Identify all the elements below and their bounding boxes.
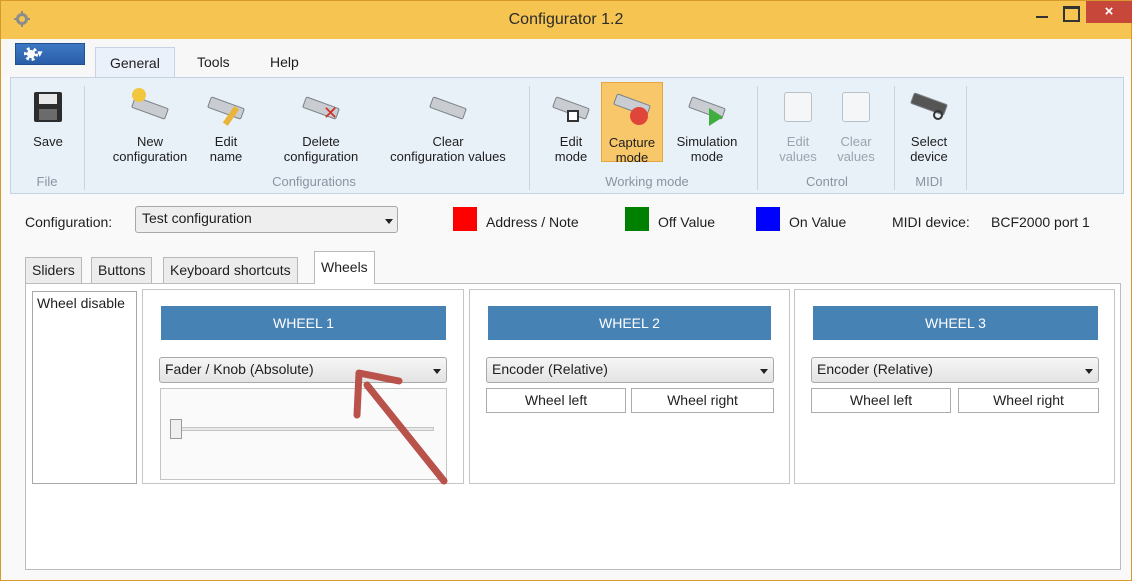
chevron-down-icon [760, 369, 768, 374]
wheel-2-right-button[interactable]: Wheel right [631, 388, 774, 413]
floppy-disk-icon [34, 92, 62, 122]
capture-mode-label: Capture mode [608, 135, 656, 165]
ribbon-separator [757, 86, 758, 190]
select-device-label: Select device [910, 134, 948, 164]
group-label-configurations: Configurations [272, 174, 356, 189]
edit-mode-button[interactable]: Edit mode [547, 78, 595, 170]
off-value-swatch [625, 207, 649, 231]
new-configuration-button[interactable]: New configuration [107, 78, 193, 170]
simulation-mode-button[interactable]: Simulation mode [667, 78, 747, 170]
wheel-3-right-button[interactable]: Wheel right [958, 388, 1099, 413]
save-label: Save [33, 134, 63, 149]
edit-name-label: Edit name [209, 134, 243, 164]
edit-mode-keyboard-icon [551, 88, 591, 126]
clear-values-icon [836, 88, 876, 126]
list-item[interactable]: Wheel disable [33, 292, 136, 314]
midi-device-icon [909, 88, 949, 126]
midi-device-value: BCF2000 port 1 [991, 214, 1090, 230]
ribbon-panel: Save File New configuration Edit name ✕ … [10, 77, 1124, 194]
application-menu-button[interactable]: ▾ [15, 43, 85, 65]
wheel-2-left-button[interactable]: Wheel left [486, 388, 626, 413]
address-note-swatch [453, 207, 477, 231]
simulation-play-icon [687, 88, 727, 126]
close-button[interactable]: × [1086, 1, 1132, 23]
legend-address-note: Address / Note [486, 214, 579, 230]
wheel-2-header: WHEEL 2 [488, 306, 771, 340]
clear-values-label: Clear values [837, 134, 875, 164]
save-button[interactable]: Save [25, 78, 71, 170]
wheel-2-mode-select[interactable]: Encoder (Relative) [486, 357, 774, 383]
wheel-2-mode-value: Encoder (Relative) [492, 361, 608, 377]
tab-help[interactable]: Help [256, 47, 313, 77]
clear-keyboard-icon [428, 88, 468, 126]
ribbon-separator [84, 86, 85, 190]
wheel-3-header: WHEEL 3 [813, 306, 1098, 340]
maximize-button[interactable] [1057, 1, 1083, 23]
annotation-arrow-icon [353, 369, 448, 485]
clear-configuration-values-label: Clear configuration values [390, 134, 506, 164]
legend-on-value: On Value [789, 214, 847, 230]
midi-device-label: MIDI device: [892, 214, 970, 230]
wheel-3-mode-select[interactable]: Encoder (Relative) [811, 357, 1099, 383]
simulation-mode-label: Simulation mode [676, 134, 738, 164]
app-menu-gear-icon [24, 47, 38, 61]
edit-name-button[interactable]: Edit name [206, 78, 246, 170]
delete-configuration-label: Delete configuration [283, 134, 359, 164]
wheel-3-mode-value: Encoder (Relative) [817, 361, 933, 377]
configuration-select-value: Test configuration [142, 210, 252, 226]
group-label-working-mode: Working mode [605, 174, 689, 189]
group-label-midi: MIDI [915, 174, 943, 189]
wheel-list: Wheel disable [32, 291, 137, 484]
window-title: Configurator 1.2 [508, 11, 624, 28]
chevron-down-icon [385, 219, 393, 224]
on-value-swatch [756, 207, 780, 231]
app-window: Configurator 1.2 × ▾ General Tools Help … [0, 0, 1132, 581]
wheel-1-mode-value: Fader / Knob (Absolute) [165, 361, 314, 377]
legend-off-value: Off Value [658, 214, 716, 230]
edit-values-icon [778, 88, 818, 126]
select-device-button[interactable]: Select device [905, 78, 953, 170]
wheel-1-header: WHEEL 1 [161, 306, 446, 340]
edit-values-button[interactable]: Edit values [773, 78, 823, 170]
tab-keyboard-shortcuts[interactable]: Keyboard shortcuts [163, 257, 298, 283]
wheel-3-left-button[interactable]: Wheel left [811, 388, 951, 413]
clear-values-button[interactable]: Clear values [831, 78, 881, 170]
wheel-3-panel: WHEEL 3 Encoder (Relative) Wheel left Wh… [794, 289, 1115, 484]
clear-configuration-values-button[interactable]: Clear configuration values [375, 78, 521, 170]
capture-record-icon [612, 89, 652, 127]
configuration-select[interactable]: Test configuration [135, 206, 398, 233]
delete-configuration-button[interactable]: ✕ Delete configuration [269, 78, 373, 170]
capture-mode-button[interactable]: Capture mode [601, 82, 663, 165]
title-bar[interactable]: Configurator 1.2 × [1, 1, 1132, 39]
ribbon-separator [894, 86, 895, 190]
tab-tools[interactable]: Tools [183, 47, 244, 77]
configuration-label: Configuration: [25, 214, 113, 230]
tab-wheels[interactable]: Wheels [314, 251, 375, 284]
edit-keyboard-icon [206, 88, 246, 126]
new-keyboard-icon [130, 88, 170, 126]
wheel-2-panel: WHEEL 2 Encoder (Relative) Wheel left Wh… [469, 289, 790, 484]
tab-general[interactable]: General [95, 47, 175, 78]
ribbon-separator [529, 86, 530, 190]
edit-mode-label: Edit mode [554, 134, 588, 164]
group-label-file: File [36, 174, 58, 189]
minimize-button[interactable] [1030, 1, 1054, 23]
chevron-down-icon [1085, 369, 1093, 374]
tab-buttons[interactable]: Buttons [91, 257, 153, 283]
new-configuration-label: New configuration [112, 134, 188, 164]
edit-values-label: Edit values [779, 134, 817, 164]
delete-keyboard-icon: ✕ [301, 88, 341, 126]
wheel-1-slider-thumb[interactable] [170, 419, 182, 439]
ribbon-separator [966, 86, 967, 190]
tab-sliders[interactable]: Sliders [25, 257, 82, 283]
group-label-control: Control [806, 174, 848, 189]
